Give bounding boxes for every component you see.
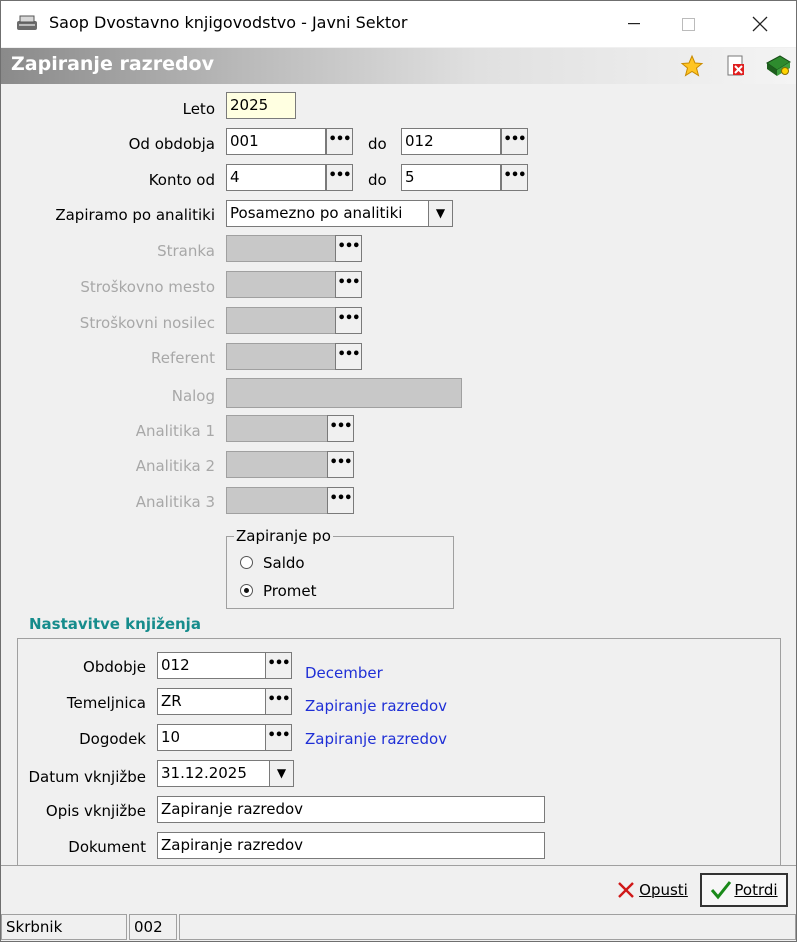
- nastavitve-title: Nastavitve knjiženja: [29, 615, 201, 633]
- leto-label: Leto: [182, 100, 215, 118]
- do-obdobja-browse-button[interactable]: •••: [501, 128, 528, 155]
- form-title: Zapiranje razredov: [11, 53, 214, 75]
- leto-input[interactable]: 2025: [226, 92, 296, 119]
- temeljnica-browse-button[interactable]: •••: [265, 688, 292, 715]
- promet-radio[interactable]: [240, 584, 253, 597]
- dokument-input[interactable]: Zapiranje razredov: [157, 832, 545, 859]
- calendar-dropdown-icon[interactable]: ▼: [269, 761, 293, 786]
- obdobje-desc: December: [305, 664, 383, 682]
- analitika3-browse-button: •••: [327, 487, 354, 514]
- stroskovni-nosilec-browse-button: •••: [335, 307, 362, 334]
- stroskovno-mesto-input: [226, 271, 336, 298]
- checkmark-icon: [711, 881, 732, 900]
- datum-label: Datum vknjižbe: [28, 768, 146, 786]
- form-header: Zapiranje razredov: [1, 48, 796, 84]
- stroskovno-mesto-label: Stroškovno mesto: [80, 278, 215, 296]
- close-icon[interactable]: [737, 1, 783, 47]
- konto-do-input[interactable]: 5: [401, 164, 501, 191]
- cancel-x-icon: [618, 882, 634, 898]
- status-code: 002: [129, 914, 177, 940]
- analitika3-input: [226, 487, 328, 514]
- analitika1-input: [226, 415, 328, 442]
- status-empty: [179, 914, 796, 940]
- datum-value: 31.12.2025: [161, 764, 247, 782]
- window-title: Saop Dvostavno knjigovodstvo - Javni Sek…: [49, 13, 408, 32]
- status-user: Skrbnik: [1, 914, 127, 940]
- title-bar: Saop Dvostavno knjigovodstvo - Javni Sek…: [1, 1, 796, 47]
- obdobje-input[interactable]: 012: [157, 652, 266, 679]
- konto-od-label: Konto od: [148, 171, 215, 189]
- konto-od-browse-button[interactable]: •••: [326, 164, 353, 191]
- dogodek-label: Dogodek: [79, 730, 146, 748]
- dogodek-browse-button[interactable]: •••: [265, 724, 292, 751]
- od-obdobja-do-label: do: [368, 135, 387, 153]
- temeljnica-desc: Zapiranje razredov: [305, 697, 448, 715]
- analitika1-browse-button: •••: [327, 415, 354, 442]
- datum-input[interactable]: 31.12.2025 ▼: [157, 760, 294, 787]
- od-obdobja-label: Od obdobja: [128, 135, 215, 153]
- potrdi-button[interactable]: Potrdi: [700, 873, 788, 907]
- konto-od-input[interactable]: 4: [226, 164, 326, 191]
- zapiramo-select[interactable]: Posamezno po analitiki ▼: [226, 200, 453, 227]
- stranka-input: [226, 235, 336, 262]
- od-obdobja-browse-button[interactable]: •••: [326, 128, 353, 155]
- saldo-radio[interactable]: [240, 556, 253, 569]
- do-obdobja-input[interactable]: 012: [401, 128, 501, 155]
- maximize-icon[interactable]: [665, 1, 711, 47]
- analitika3-label: Analitika 3: [135, 493, 215, 511]
- analitika2-label: Analitika 2: [135, 457, 215, 475]
- konto-do-label: do: [368, 171, 387, 189]
- app-logo-icon: [15, 14, 39, 38]
- nalog-input: [226, 378, 462, 408]
- stranka-browse-button: •••: [335, 235, 362, 262]
- zapiranje-po-title: Zapiranje po: [234, 527, 333, 545]
- referent-browse-button: •••: [335, 343, 362, 370]
- bottom-separator: [1, 865, 796, 866]
- opusti-button[interactable]: Opusti: [612, 874, 692, 906]
- dokument-label: Dokument: [68, 838, 146, 856]
- delete-document-icon[interactable]: [724, 54, 748, 82]
- obdobje-label: Obdobje: [83, 658, 146, 676]
- zapiramo-select-value: Posamezno po analitiki: [230, 204, 403, 222]
- saldo-label[interactable]: Saldo: [263, 554, 305, 572]
- analitika1-label: Analitika 1: [135, 422, 215, 440]
- obdobje-browse-button[interactable]: •••: [265, 652, 292, 679]
- star-icon[interactable]: [680, 54, 704, 82]
- konto-do-browse-button[interactable]: •••: [501, 164, 528, 191]
- dogodek-desc: Zapiranje razredov: [305, 730, 448, 748]
- analitika2-browse-button: •••: [327, 451, 354, 478]
- app-window: Saop Dvostavno knjigovodstvo - Javni Sek…: [0, 0, 797, 942]
- dogodek-input[interactable]: 10: [157, 724, 266, 751]
- opis-label: Opis vknjižbe: [45, 802, 146, 820]
- referent-label: Referent: [151, 349, 215, 367]
- stroskovni-nosilec-label: Stroškovni nosilec: [79, 314, 215, 332]
- minimize-icon[interactable]: [611, 1, 657, 47]
- od-obdobja-input[interactable]: 001: [226, 128, 326, 155]
- stroskovno-mesto-browse-button: •••: [335, 271, 362, 298]
- zapiramo-label: Zapiramo po analitiki: [55, 206, 215, 224]
- analitika2-input: [226, 451, 328, 478]
- referent-input: [226, 343, 336, 370]
- zapiranje-po-group: [226, 536, 454, 609]
- help-book-icon[interactable]: [764, 53, 792, 83]
- opis-input[interactable]: Zapiranje razredov: [157, 796, 545, 823]
- stroskovni-nosilec-input: [226, 307, 336, 334]
- promet-label[interactable]: Promet: [263, 582, 317, 600]
- opusti-label: Opusti: [639, 881, 688, 899]
- chevron-down-icon[interactable]: ▼: [428, 201, 452, 226]
- nalog-label: Nalog: [171, 387, 215, 405]
- temeljnica-input[interactable]: ZR: [157, 688, 266, 715]
- temeljnica-label: Temeljnica: [66, 694, 146, 712]
- potrdi-label: Potrdi: [734, 881, 778, 899]
- stranka-label: Stranka: [157, 242, 215, 260]
